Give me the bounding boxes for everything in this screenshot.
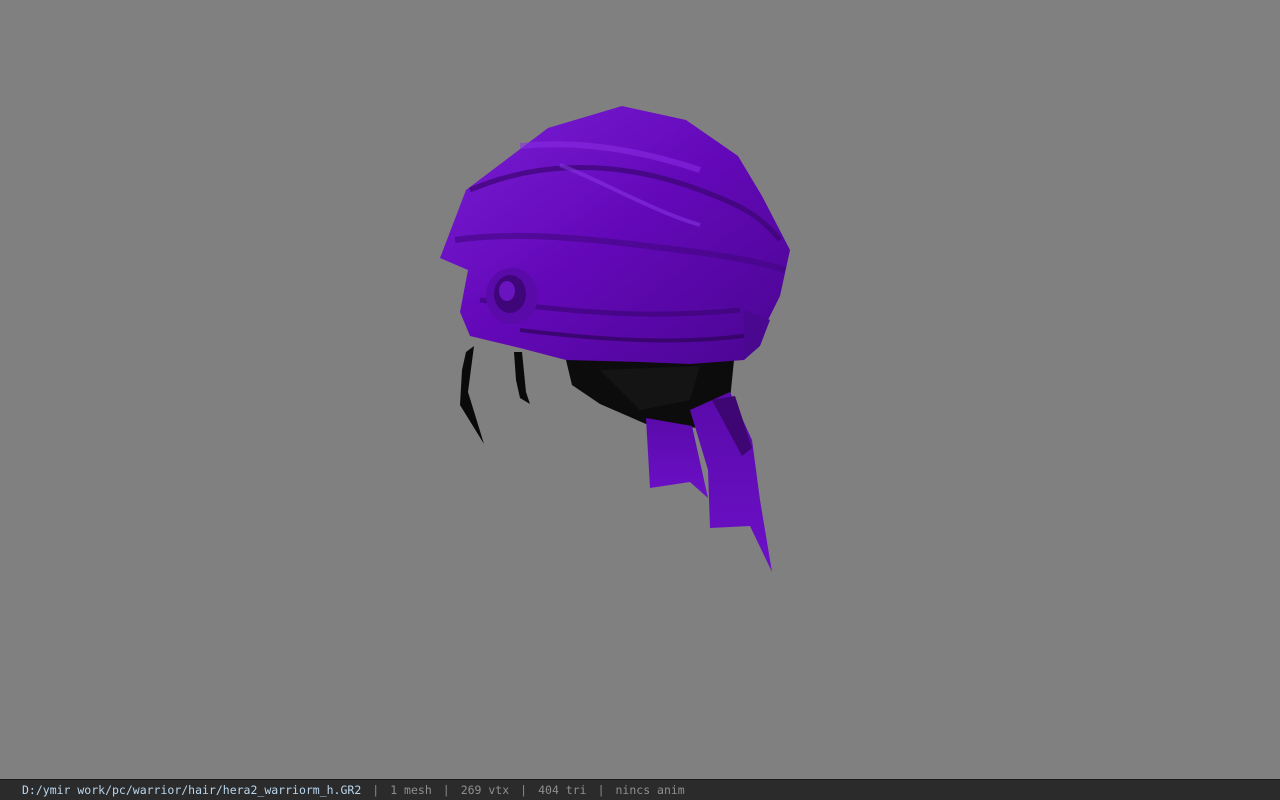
animation-status: nincs anim xyxy=(615,783,685,797)
hair-model-render xyxy=(440,106,790,572)
file-path: D:/ymir work/pc/warrior/hair/hera2_warri… xyxy=(22,783,362,797)
vertex-count: 269 vtx xyxy=(460,783,510,797)
separator: | xyxy=(520,783,528,797)
status-bar: D:/ymir work/pc/warrior/hair/hera2_warri… xyxy=(0,779,1280,800)
separator: | xyxy=(442,783,450,797)
separator: | xyxy=(372,783,380,797)
separator: | xyxy=(597,783,605,797)
mesh-count: 1 mesh xyxy=(390,783,432,797)
3d-viewport[interactable] xyxy=(0,0,1280,779)
triangle-count: 404 tri xyxy=(538,783,587,797)
